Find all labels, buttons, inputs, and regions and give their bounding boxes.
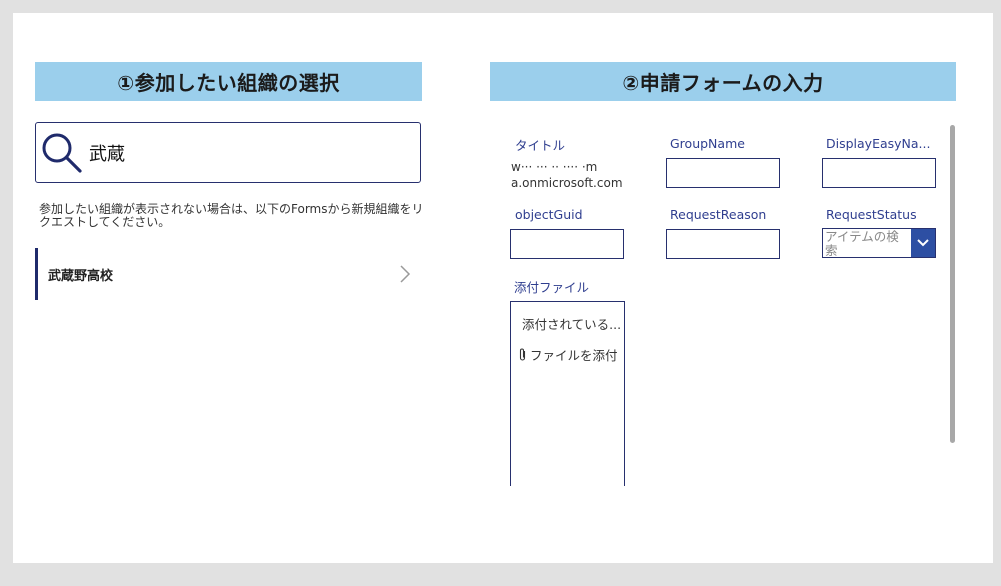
display-easy-name-label: DisplayEasyNa... — [826, 136, 931, 151]
org-request-hint: 参加したい組織が表示されない場合は、以下のFormsから新規組織をリクエストして… — [39, 202, 424, 229]
request-status-placeholder[interactable]: アイテムの検索 — [823, 229, 911, 258]
title-value: w··· ··· ·· ···· ·m a.onmicrosoft.com — [511, 159, 623, 191]
right-panel-header: ②申請フォームの入力 — [490, 62, 956, 101]
form-scrollbar[interactable] — [950, 125, 955, 443]
object-guid-input[interactable] — [510, 229, 624, 259]
attachments-box: 添付されている... ファイルを添付 — [510, 301, 625, 486]
group-name-label: GroupName — [670, 136, 745, 151]
attach-file-label: ファイルを添付 — [530, 348, 618, 363]
request-status-dropdown-button[interactable] — [911, 229, 935, 257]
object-guid-label: objectGuid — [515, 207, 583, 222]
org-list-item[interactable]: 武蔵野高校 — [35, 248, 411, 300]
title-value-line2: a.onmicrosoft.com — [511, 176, 623, 190]
chevron-down-icon — [917, 239, 929, 247]
search-icon — [42, 133, 82, 173]
group-name-input[interactable] — [666, 158, 780, 188]
request-reason-label: RequestReason — [670, 207, 767, 222]
left-panel-header: ①参加したい組織の選択 — [35, 62, 422, 101]
org-search-box[interactable]: 武蔵 — [35, 122, 421, 183]
request-status-label: RequestStatus — [826, 207, 917, 222]
paperclip-icon — [519, 348, 526, 361]
search-input-value[interactable]: 武蔵 — [89, 140, 125, 166]
request-status-combobox[interactable]: アイテムの検索 — [822, 228, 936, 258]
org-name: 武蔵野高校 — [48, 268, 114, 284]
app-screen: ①参加したい組織の選択 武蔵 参加したい組織が表示されない場合は、以下のForm… — [13, 13, 993, 563]
attachments-label: 添付ファイル — [514, 280, 590, 295]
attachments-empty-text: 添付されている... — [522, 317, 622, 332]
chevron-right-icon — [400, 265, 411, 283]
request-reason-input[interactable] — [666, 229, 780, 259]
attach-file-button[interactable]: ファイルを添付 — [518, 345, 618, 364]
display-easy-name-input[interactable] — [822, 158, 936, 188]
title-value-line1: w··· ··· ·· ···· ·m — [511, 160, 598, 174]
title-label: タイトル — [515, 138, 566, 153]
